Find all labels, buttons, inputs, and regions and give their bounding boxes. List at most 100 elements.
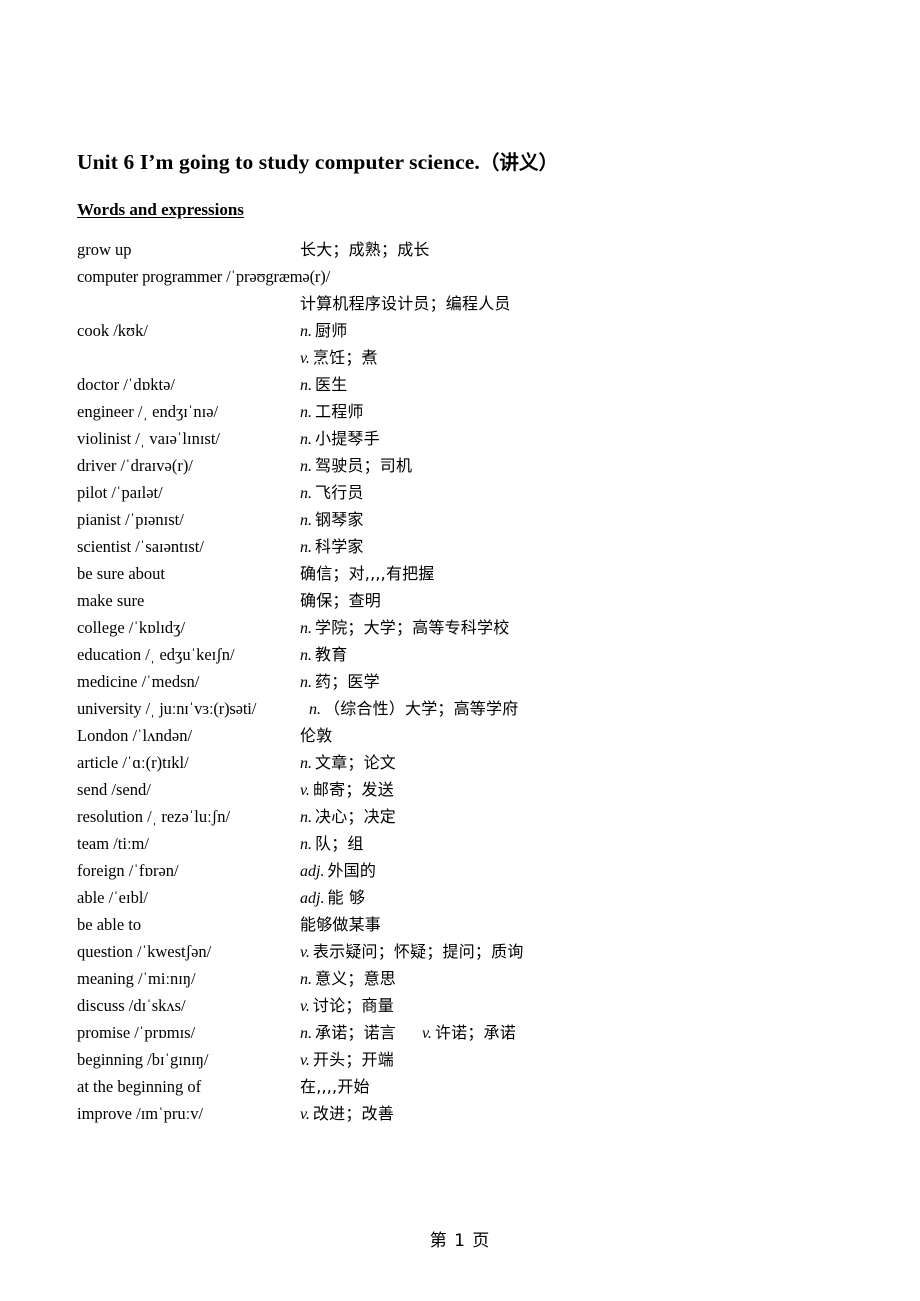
vocabulary-list: grow up 长大；成熟；成长 computer programmer /ˈprə…	[77, 236, 877, 1127]
page-footer: 第 1 页	[0, 1226, 920, 1251]
definition-text: 决心；决定	[315, 807, 397, 826]
vocabulary-entry: college /ˈkɒlɪdʒ/n. 学院；大学；高等专科学校	[77, 614, 877, 641]
definition-text: 飞行员	[315, 483, 364, 502]
vocabulary-entry: promise /ˈprɒmɪs/n. 承诺；诺言 v. 许诺；承诺	[77, 1019, 877, 1046]
vocabulary-definition: 伦敦	[300, 722, 332, 749]
part-of-speech: n.	[300, 539, 312, 556]
page-title-chinese: （讲义）	[479, 151, 559, 174]
part-of-speech: n.	[300, 755, 312, 772]
vocabulary-term: scientist /ˈsaɪəntɪst/	[77, 537, 204, 556]
vocabulary-definition: v. 邮寄；发送	[300, 776, 394, 804]
vocabulary-entry: doctor /ˈdɒktə/n. 医生	[77, 371, 877, 398]
definition-text: 队；组	[315, 834, 364, 853]
vocabulary-entry: London /ˈlʌndən/伦敦	[77, 722, 877, 749]
definition-text: 厨师	[315, 321, 348, 340]
part-of-speech: v.	[300, 1106, 310, 1123]
definition-text: 确保；查明	[300, 591, 382, 610]
definition-text: 邮寄；发送	[312, 780, 394, 799]
vocabulary-definition: n. 工程师	[300, 398, 364, 426]
vocabulary-term: team /tiːm/	[77, 834, 149, 853]
definition-text: 意义；意思	[315, 969, 397, 988]
part-of-speech: n.	[300, 485, 312, 502]
vocabulary-term: discuss /dɪˈskʌs/	[77, 996, 186, 1015]
vocabulary-definition: v. 烹饪；煮	[300, 344, 378, 372]
part-of-speech: n.	[300, 620, 312, 637]
vocabulary-term: driver /ˈdraɪvə(r)/	[77, 456, 193, 475]
vocabulary-definition: 确保；查明	[300, 587, 381, 614]
vocabulary-definition: v. 表示疑问；怀疑；提问；质询	[300, 938, 524, 966]
vocabulary-term: make sure	[77, 591, 145, 610]
vocabulary-term: improve /ɪmˈpruːv/	[77, 1104, 204, 1123]
vocabulary-definition: 确信；对,,,,有把握	[300, 560, 435, 587]
definition-text: 小提琴手	[315, 429, 380, 448]
definition-text: 能 够	[327, 888, 366, 907]
part-of-speech: n.	[300, 512, 312, 529]
vocabulary-entry: send /send/v. 邮寄；发送	[77, 776, 877, 803]
part-of-speech: n.	[300, 809, 312, 826]
vocabulary-entry: team /tiːm/n. 队；组	[77, 830, 877, 857]
part-of-speech: n.	[300, 323, 312, 340]
vocabulary-definition-secondary: v. 许诺；承诺	[396, 1023, 516, 1042]
definition-text: 驾驶员；司机	[315, 456, 413, 475]
part-of-speech: n.	[300, 431, 312, 448]
vocabulary-entry: resolution /ˌ rezəˈluːʃn/n. 决心；决定	[77, 803, 877, 830]
vocabulary-entry: scientist /ˈsaɪəntɪst/n. 科学家	[77, 533, 877, 560]
vocabulary-definition: n. 意义；意思	[300, 965, 396, 993]
vocabulary-entry: grow up 长大；成熟；成长	[77, 236, 877, 263]
vocabulary-term: London /ˈlʌndən/	[77, 726, 193, 745]
vocabulary-term: cook /kʊk/	[77, 321, 148, 340]
definition-text: 承诺；诺言	[315, 1023, 397, 1042]
vocabulary-definition: 长大；成熟；成长	[300, 236, 430, 263]
vocabulary-term: doctor /ˈdɒktə/	[77, 375, 175, 394]
vocabulary-term: foreign /ˈfɒrən/	[77, 861, 179, 880]
vocabulary-definition: n. 承诺；诺言 v. 许诺；承诺	[300, 1019, 516, 1047]
vocabulary-term: promise /ˈprɒmɪs/	[77, 1023, 196, 1042]
part-of-speech: n.	[300, 1025, 312, 1042]
vocabulary-entry: education /ˌ edʒuˈkeɪʃn/n. 教育	[77, 641, 877, 668]
definition-text: 科学家	[315, 537, 364, 556]
definition-text: 外国的	[327, 861, 377, 880]
vocabulary-entry: foreign /ˈfɒrən/adj. 外国的	[77, 857, 877, 884]
vocabulary-term: engineer /ˌ endʒɪˈnɪə/	[77, 402, 219, 421]
vocabulary-definition: n. 科学家	[300, 533, 364, 561]
part-of-speech: adj.	[300, 863, 325, 880]
vocabulary-definition: v. 讨论；商量	[300, 992, 394, 1020]
part-of-speech: n.	[300, 377, 312, 394]
definition-text: 在,,,,开始	[300, 1077, 370, 1096]
vocabulary-definition: n. 决心；决定	[300, 803, 396, 831]
vocabulary-term: violinist /ˌ vaɪəˈlɪnɪst/	[77, 429, 220, 448]
definition-text: 钢琴家	[315, 510, 364, 529]
vocabulary-term: medicine /ˈmedsn/	[77, 672, 200, 691]
vocabulary-definition: n. 厨师	[300, 317, 347, 345]
definition-text: 伦敦	[300, 726, 333, 745]
part-of-speech: n.	[300, 647, 312, 664]
vocabulary-entry: cook /kʊk/n. 厨师	[77, 317, 877, 344]
vocabulary-entry: 计算机程序设计员；编程人员	[77, 290, 877, 317]
page-title-english: Unit 6 I’m going to study computer scien…	[77, 150, 480, 174]
vocabulary-entry: make sure 确保；查明	[77, 587, 877, 614]
vocabulary-definition: n. 医生	[300, 371, 347, 399]
vocabulary-entry: driver /ˈdraɪvə(r)/ n. 驾驶员；司机	[77, 452, 877, 479]
vocabulary-term: education /ˌ edʒuˈkeɪʃn/	[77, 645, 235, 664]
definition-text: 烹饪；煮	[312, 348, 378, 367]
vocabulary-term: grow up	[77, 240, 132, 259]
definition-text: 学院；大学；高等专科学校	[315, 618, 510, 637]
part-of-speech: v.	[300, 1052, 310, 1069]
vocabulary-definition: n. 钢琴家	[300, 506, 364, 534]
vocabulary-term: article /ˈɑː(r)tɪkl/	[77, 753, 189, 772]
definition-text: （综合性）大学；高等学府	[324, 699, 519, 718]
part-of-speech: v.	[300, 998, 310, 1015]
page-number: 第 1 页	[429, 1231, 491, 1251]
vocabulary-term: computer programmer /ˈprəʊgræmə(r)/	[77, 267, 331, 286]
vocabulary-definition: 计算机程序设计员；编程人员	[300, 290, 511, 317]
definition-text: 药；医学	[315, 672, 380, 691]
vocabulary-entry: computer programmer /ˈprəʊgræmə(r)/	[77, 263, 877, 290]
vocabulary-term: be able to	[77, 915, 142, 934]
vocabulary-entry: able /ˈeɪbl/adj. 能 够	[77, 884, 877, 911]
definition-text: 工程师	[315, 402, 364, 421]
vocabulary-term: be sure about	[77, 564, 165, 583]
vocabulary-definition: adj. 外国的	[300, 857, 376, 885]
vocabulary-entry: pilot /ˈpaɪlət/n. 飞行员	[77, 479, 877, 506]
vocabulary-term: beginning /bɪˈgɪnɪŋ/	[77, 1050, 209, 1069]
vocabulary-entry: be sure about 确信；对,,,,有把握	[77, 560, 877, 587]
